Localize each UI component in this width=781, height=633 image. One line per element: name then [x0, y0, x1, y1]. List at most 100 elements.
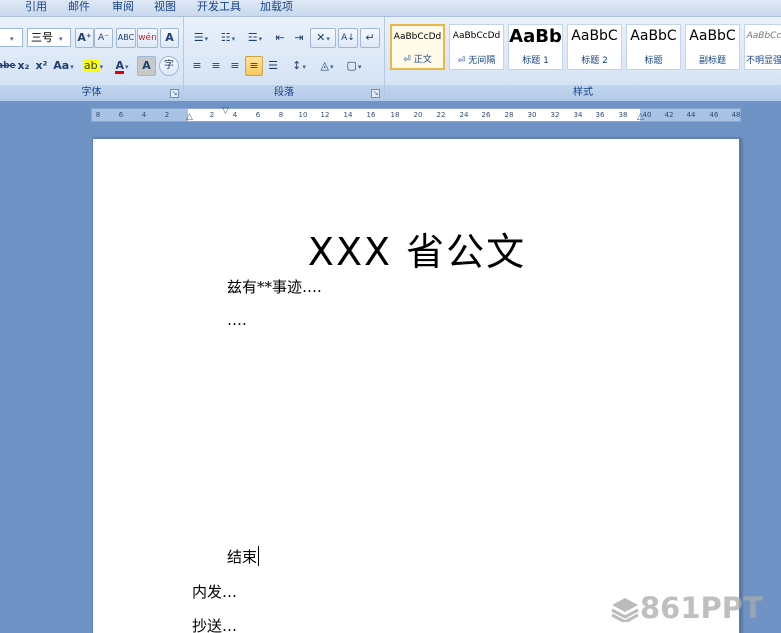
distributed-align-button[interactable]: ☰	[264, 56, 282, 76]
shrink-font-button[interactable]: A⁻	[94, 28, 113, 48]
clear-format-button[interactable]: ABC	[116, 28, 136, 48]
change-case-button[interactable]: Aa▾	[51, 56, 76, 76]
tab-mailings[interactable]: 邮件	[68, 0, 90, 16]
tab-addins[interactable]: 加载项	[260, 0, 293, 16]
watermark-text: 861PPT	[640, 591, 763, 625]
bullets-button[interactable]: ☰▾	[188, 28, 214, 48]
ruler-tick: 42	[664, 111, 674, 119]
ruler-tick: 2	[209, 111, 215, 119]
ruler-tick: 2	[164, 111, 170, 119]
ribbon: ▾ 三号 ▾ A⁺ A⁻ ABC wén A abe x₂ x² Aa▾ ab ▾ …	[0, 17, 781, 101]
document-title: XXX 省公文	[307, 230, 527, 274]
document-line: 兹有**事迹….	[227, 278, 322, 296]
phonetic-guide-button[interactable]: wén	[137, 28, 158, 48]
paragraph-group: ☰▾ ☷▾ ☲▾ ⇤ ⇥ ✕▾ A↓ ↵ ≡ ≡ ≡ ≡ ☰ ↕▾ ◬▾ ▢▾ …	[184, 17, 385, 101]
style-normal[interactable]: AaBbCcDd ⏎ 正文	[390, 24, 445, 70]
line-spacing-icon: ↕	[292, 59, 302, 72]
horizontal-ruler[interactable]: 8 6 4 2 2 4 6 8 10 12 14 16 18 20 22 24 …	[91, 107, 741, 122]
grow-font-button[interactable]: A⁺	[75, 28, 94, 48]
align-left-button[interactable]: ≡	[188, 56, 206, 76]
font-name-combo[interactable]: ▾	[0, 28, 23, 47]
font-group: ▾ 三号 ▾ A⁺ A⁻ ABC wén A abe x₂ x² Aa▾ ab ▾ …	[0, 17, 184, 101]
style-heading-1[interactable]: AaBb 标题 1	[508, 24, 563, 70]
tab-review[interactable]: 审阅	[112, 0, 134, 16]
ruler-tick: 16	[366, 111, 376, 119]
ruler-tick: 48	[731, 111, 741, 119]
enclose-characters-button[interactable]: 字	[159, 56, 179, 76]
ruler-tick: 4	[141, 111, 147, 119]
chinese-layout-icon: ✕	[316, 31, 326, 44]
ruler-tick: 10	[298, 111, 308, 119]
style-title[interactable]: AaBbC 标题	[626, 24, 681, 70]
ruler-tick: 8	[278, 111, 284, 119]
ruler-tick: 22	[436, 111, 446, 119]
ruler-tick: 30	[527, 111, 537, 119]
ruler-tick: 44	[686, 111, 696, 119]
font-dialog-launcher-icon[interactable]: ↘	[170, 89, 179, 98]
style-subtle-emphasis[interactable]: AaBbCc 不明显强	[744, 24, 781, 70]
right-indent-icon[interactable]: △	[637, 113, 644, 122]
show-formatting-marks-button[interactable]: ↵	[360, 28, 380, 48]
tab-references[interactable]: 引用	[25, 0, 47, 16]
borders-button[interactable]: ▢▾	[341, 56, 367, 76]
strikethrough-button[interactable]: abe	[0, 56, 16, 76]
subscript-button[interactable]: x₂	[15, 56, 32, 76]
tab-developer[interactable]: 开发工具	[197, 0, 241, 16]
align-center-button[interactable]: ≡	[207, 56, 225, 76]
superscript-button[interactable]: x²	[33, 56, 50, 76]
increase-indent-button[interactable]: ⇥	[290, 28, 308, 48]
ruler-tick: 14	[343, 111, 353, 119]
document-line: ….	[227, 311, 247, 329]
ruler-tick: 24	[459, 111, 469, 119]
align-right-button[interactable]: ≡	[226, 56, 244, 76]
multilevel-list-button[interactable]: ☲▾	[242, 28, 268, 48]
paragraph-dialog-launcher-icon[interactable]: ↘	[371, 89, 380, 98]
document-line: 内发…	[192, 583, 238, 601]
ruler-tick: 28	[504, 111, 514, 119]
ruler-tick: 26	[481, 111, 491, 119]
ruler-tick: 8	[95, 111, 101, 119]
document-line-end: 结束	[227, 546, 260, 567]
font-size-combo[interactable]: 三号 ▾	[27, 28, 71, 47]
chinese-layout-button[interactable]: ✕▾	[310, 28, 336, 48]
justify-button[interactable]: ≡	[245, 56, 263, 76]
text-cursor	[258, 546, 260, 566]
style-heading-2[interactable]: AaBbC 标题 2	[567, 24, 622, 70]
shading-button[interactable]: ◬▾	[314, 56, 340, 76]
paragraph-group-label: 段落	[184, 85, 384, 101]
ribbon-tab-bar: 引用 邮件 审阅 视图 开发工具 加载项	[0, 0, 781, 17]
ruler-tick: 18	[390, 111, 400, 119]
document-line: 抄送…	[192, 617, 238, 633]
first-line-indent-icon[interactable]: ▽	[222, 107, 229, 116]
font-color-button[interactable]: A▾	[109, 56, 135, 76]
change-case-label: Aa	[53, 59, 70, 72]
sort-button[interactable]: A↓	[338, 28, 358, 48]
ruler-tick: 36	[595, 111, 605, 119]
ruler-tick: 20	[413, 111, 423, 119]
character-shading-button[interactable]: A	[137, 56, 156, 76]
ruler-tick: 34	[573, 111, 583, 119]
numbering-icon: ☷	[220, 31, 231, 44]
highlighter-icon: ab	[82, 59, 99, 72]
ruler-tick: 12	[320, 111, 330, 119]
border-icon: ▢	[346, 59, 357, 72]
font-size-value: 三号	[31, 31, 53, 44]
text-highlight-button[interactable]: ab ▾	[79, 56, 107, 76]
font-group-label: 字体	[0, 85, 183, 101]
ruler-tick: 6	[118, 111, 124, 119]
ruler-tick: 32	[550, 111, 560, 119]
style-no-spacing[interactable]: AaBbCcDd ⏎ 无间隔	[449, 24, 504, 70]
character-border-button[interactable]: A	[160, 28, 179, 48]
decrease-indent-button[interactable]: ⇤	[271, 28, 289, 48]
document-page[interactable]: XXX 省公文 兹有**事迹…. …. 结束 内发… 抄送…	[92, 138, 740, 633]
layers-icon	[611, 598, 639, 624]
style-subtitle[interactable]: AaBbC 副标题	[685, 24, 740, 70]
numbering-button[interactable]: ☷▾	[215, 28, 241, 48]
tab-view[interactable]: 视图	[154, 0, 176, 16]
line-spacing-button[interactable]: ↕▾	[286, 56, 312, 76]
ruler-tick: 6	[255, 111, 261, 119]
paint-bucket-icon: ◬	[320, 59, 329, 72]
hanging-indent-icon[interactable]: △	[186, 113, 193, 122]
styles-group: AaBbCcDd ⏎ 正文 AaBbCcDd ⏎ 无间隔 AaBb 标题 1 A…	[385, 17, 781, 101]
ruler-tick: 4	[232, 111, 238, 119]
